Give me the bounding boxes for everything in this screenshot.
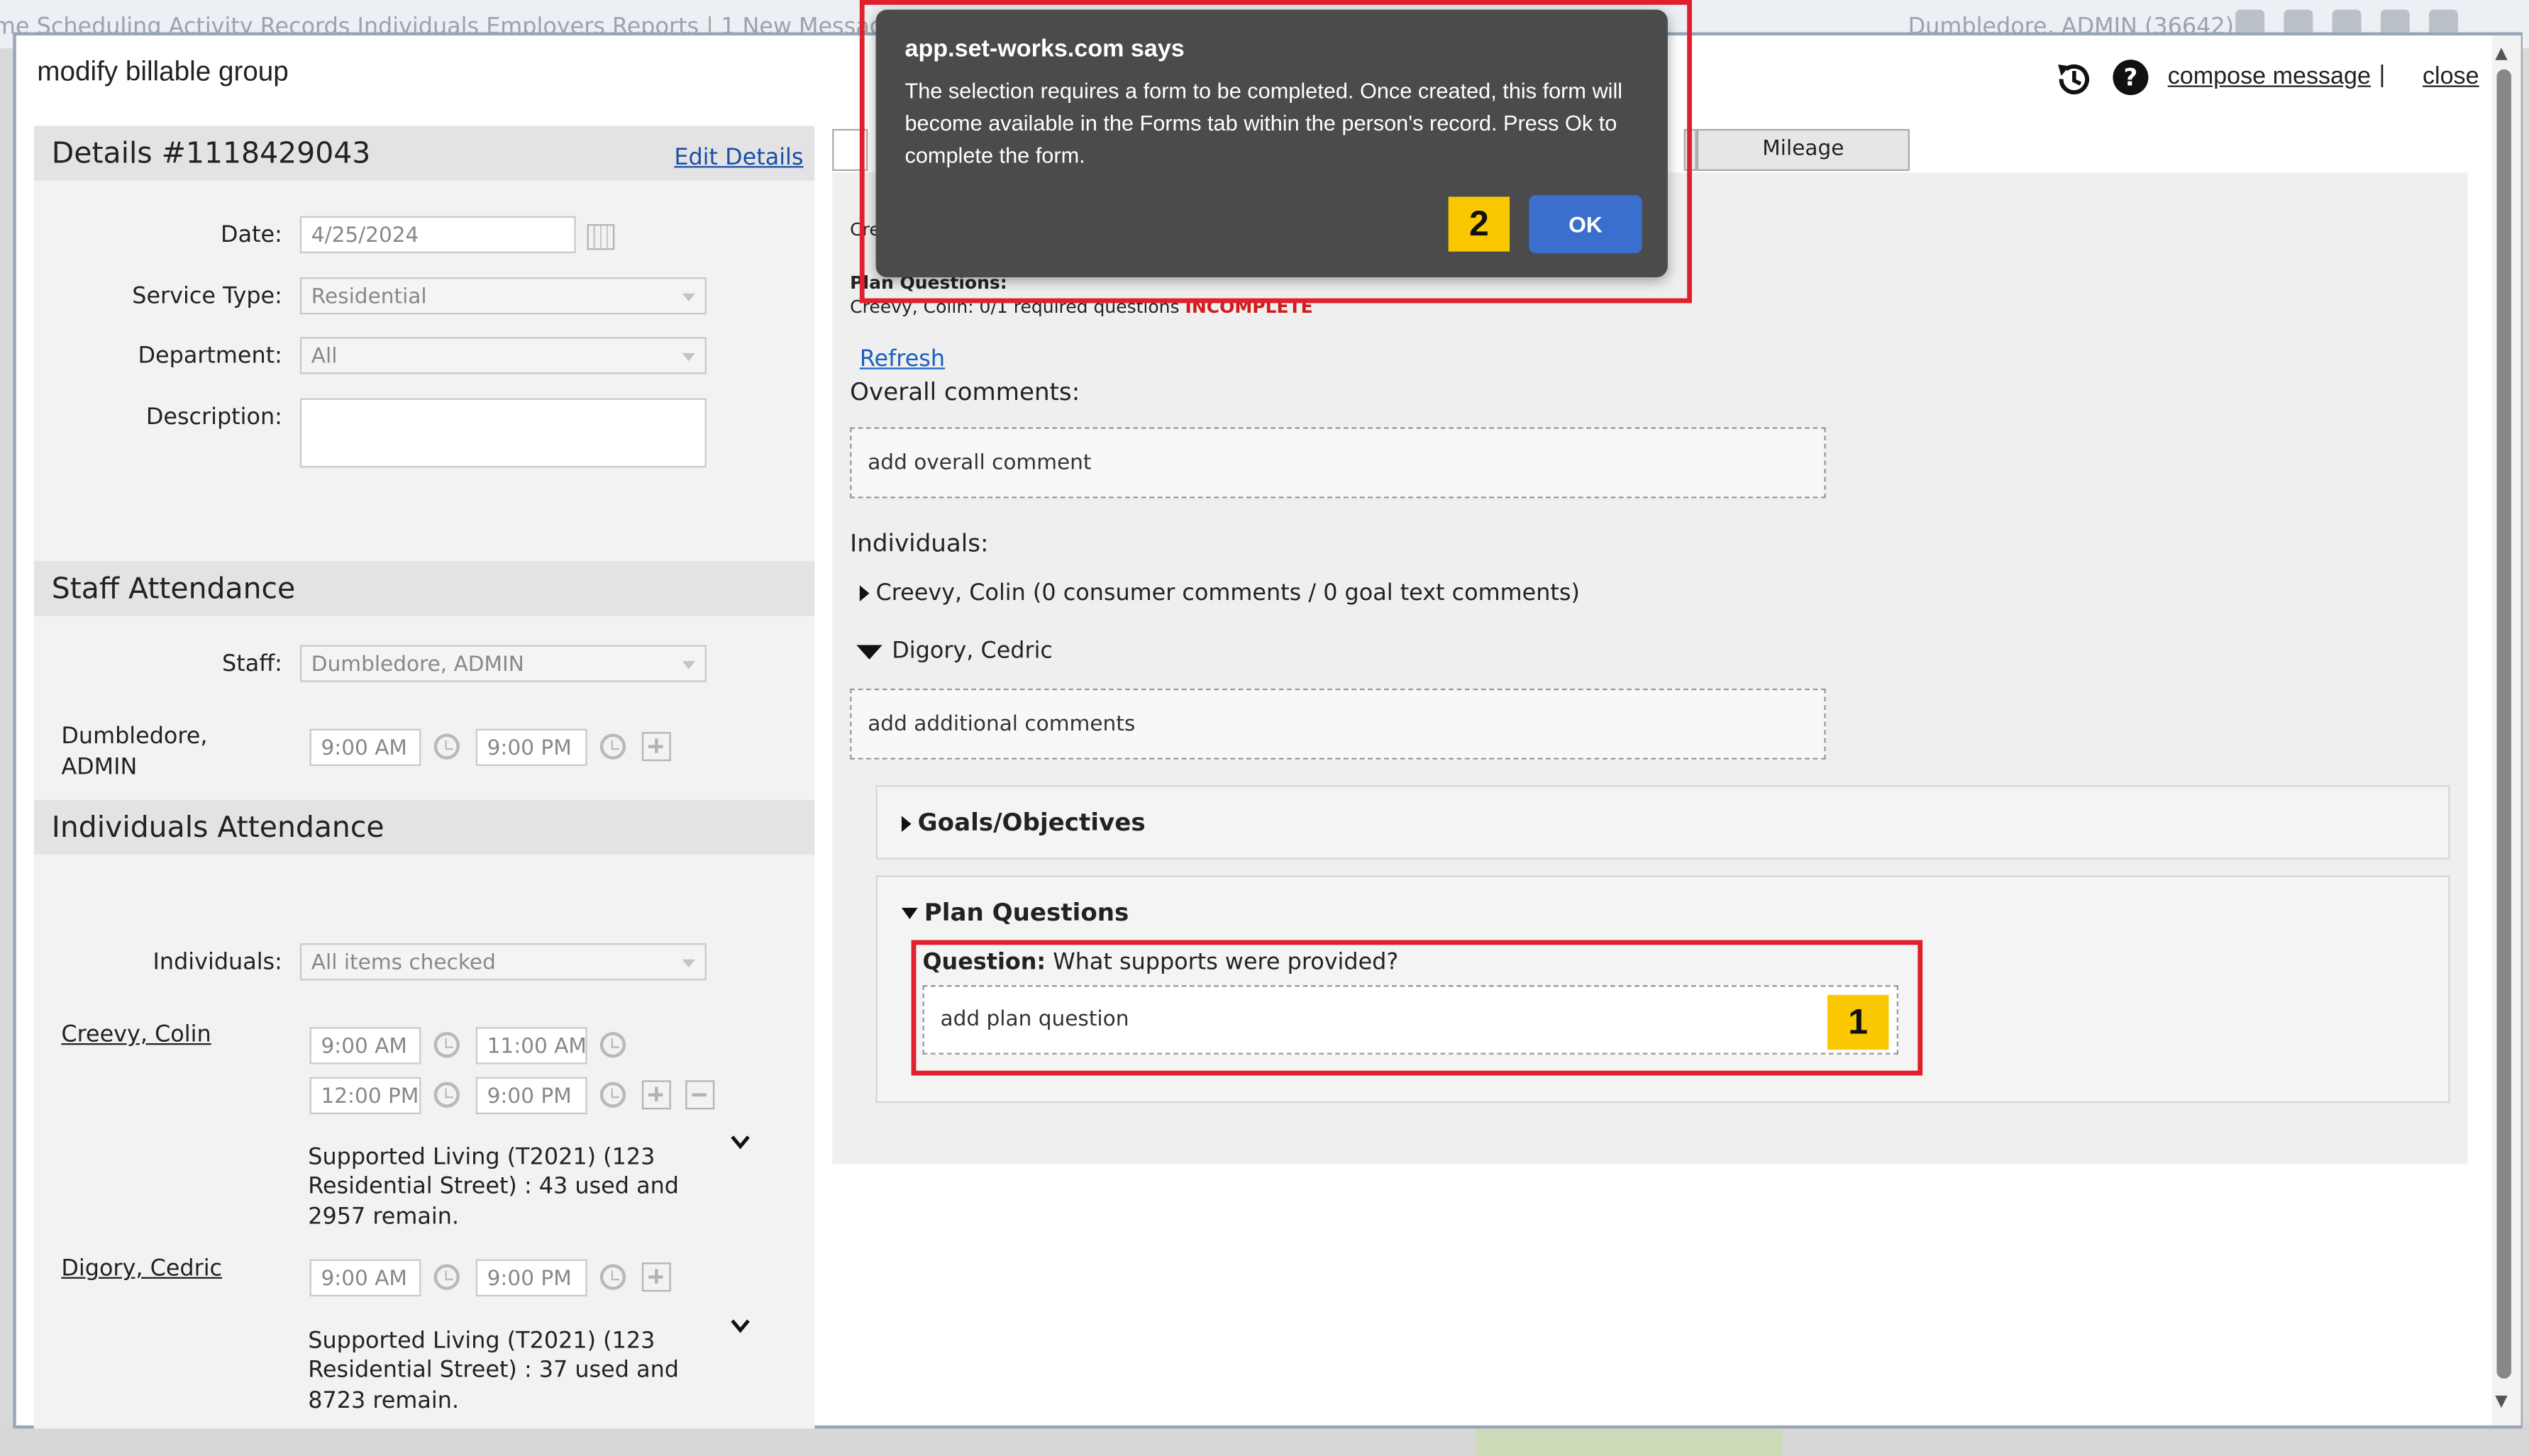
- description-label: Description:: [145, 404, 282, 431]
- individual-end-time-input[interactable]: 9:00 PM: [475, 1077, 587, 1115]
- service-info-line1: Supported Living (T2021) (123: [308, 1328, 655, 1355]
- overall-comment-input[interactable]: add overall comment: [850, 427, 1826, 499]
- clock-icon[interactable]: [599, 733, 626, 760]
- plan-questions-label: Plan Questions: [924, 898, 1129, 928]
- scroll-up-arrow-icon[interactable]: ▲: [2495, 45, 2508, 63]
- individual-name-link[interactable]: Digory, Cedric: [61, 1256, 222, 1282]
- service-info-line2: Residential Street) : 43 used and: [308, 1174, 679, 1200]
- individual-row-expanded[interactable]: Digory, Cedric: [856, 638, 1053, 665]
- clock-icon[interactable]: [433, 733, 460, 760]
- individuals-section-label: Individuals:: [850, 528, 989, 558]
- remove-time-icon[interactable]: [685, 1080, 715, 1110]
- staff-start-time-input[interactable]: 9:00 AM: [309, 728, 421, 766]
- individual-row-collapsed[interactable]: Creevy, Colin (0 consumer comments / 0 g…: [859, 580, 1580, 606]
- staff-label: Staff:: [222, 651, 282, 677]
- calendar-icon[interactable]: [587, 224, 615, 250]
- additional-comments-input[interactable]: add additional comments: [850, 688, 1826, 760]
- highlight-box-2: [859, 0, 1693, 304]
- individuals-attendance-heading: Individuals Attendance: [51, 811, 384, 845]
- details-header: Details #1118429043 Edit Details: [33, 126, 815, 181]
- department-label: Department:: [138, 343, 282, 369]
- individuals-label: Individuals:: [153, 950, 282, 976]
- edit-details-link[interactable]: Edit Details: [674, 145, 803, 171]
- overall-comments-label: Overall comments:: [850, 377, 1080, 406]
- left-panel: Details #1118429043 Edit Details Date: 4…: [33, 126, 815, 1429]
- clock-icon[interactable]: [599, 1082, 626, 1108]
- chevron-down-icon[interactable]: [729, 1130, 752, 1153]
- department-select[interactable]: All: [299, 337, 707, 374]
- individual-name-link[interactable]: Creevy, Colin: [61, 1022, 211, 1047]
- clock-icon[interactable]: [433, 1264, 460, 1290]
- description-textarea[interactable]: [299, 398, 707, 468]
- staff-name-line1: Dumbledore,: [61, 723, 208, 750]
- service-type-select[interactable]: Residential: [299, 277, 707, 315]
- service-info-line2: Residential Street) : 37 used and: [308, 1357, 679, 1384]
- header-separator: |: [2379, 61, 2386, 89]
- staff-select[interactable]: Dumbledore, ADMIN: [299, 645, 707, 682]
- close-link[interactable]: close: [2423, 63, 2479, 91]
- individual-start-time-input[interactable]: 9:00 AM: [309, 1027, 421, 1065]
- dialog-scrollbar[interactable]: ▲ ▼: [2491, 35, 2521, 1426]
- individuals-attendance-header: Individuals Attendance: [33, 799, 815, 855]
- refresh-link[interactable]: Refresh: [860, 347, 945, 372]
- step-badge-1: 1: [1827, 994, 1889, 1050]
- highlight-box-1: [911, 940, 1923, 1076]
- individual-start-time-input[interactable]: 12:00 PM: [309, 1077, 421, 1115]
- clock-icon[interactable]: [599, 1264, 626, 1290]
- clock-icon[interactable]: [433, 1082, 460, 1108]
- add-time-icon[interactable]: [641, 732, 671, 762]
- add-time-icon[interactable]: [641, 1080, 671, 1110]
- individual-summary: Creevy, Colin (0 consumer comments / 0 g…: [875, 580, 1580, 606]
- details-heading: Details #1118429043: [51, 137, 371, 172]
- expand-arrow-icon[interactable]: [859, 585, 870, 602]
- staff-end-time-input[interactable]: 9:00 PM: [475, 728, 587, 766]
- collapse-arrow-icon[interactable]: [901, 908, 918, 919]
- goals-objectives-toggle[interactable]: Goals/Objectives: [901, 808, 1146, 837]
- chevron-down-icon[interactable]: [729, 1314, 752, 1337]
- individual-start-time-input[interactable]: 9:00 AM: [309, 1259, 421, 1296]
- date-label: Date:: [221, 222, 282, 249]
- clock-icon[interactable]: [433, 1032, 460, 1058]
- goals-objectives-label: Goals/Objectives: [917, 808, 1146, 837]
- service-info-line3: 2957 remain.: [308, 1204, 460, 1230]
- scrollbar-thumb[interactable]: [2496, 69, 2511, 1379]
- clock-icon[interactable]: [599, 1032, 626, 1058]
- staff-name-line2: ADMIN: [61, 755, 138, 781]
- dialog-title: modify billable group: [37, 56, 289, 87]
- goals-objectives-card: Goals/Objectives: [875, 785, 2450, 860]
- service-info-line3: 8723 remain.: [308, 1388, 460, 1414]
- expand-arrow-icon[interactable]: [901, 815, 912, 832]
- service-type-label: Service Type:: [132, 284, 282, 310]
- step-badge-2: 2: [1448, 196, 1510, 252]
- service-info-line1: Supported Living (T2021) (123: [308, 1145, 655, 1171]
- individual-name: Digory, Cedric: [892, 638, 1053, 665]
- date-input[interactable]: 4/25/2024: [299, 216, 576, 253]
- collapse-arrow-icon[interactable]: [856, 644, 882, 659]
- staff-attendance-heading: Staff Attendance: [51, 572, 296, 606]
- plan-questions-toggle[interactable]: Plan Questions: [901, 898, 1129, 928]
- individuals-select[interactable]: All items checked: [299, 943, 707, 981]
- compose-message-link[interactable]: compose message: [2168, 63, 2371, 91]
- scroll-down-arrow-icon[interactable]: ▼: [2495, 1393, 2508, 1411]
- add-time-icon[interactable]: [641, 1262, 671, 1292]
- individual-end-time-input[interactable]: 9:00 PM: [475, 1259, 587, 1296]
- staff-attendance-header: Staff Attendance: [33, 561, 815, 616]
- help-icon[interactable]: ?: [2113, 60, 2149, 96]
- history-icon[interactable]: [2053, 58, 2095, 100]
- individual-end-time-input[interactable]: 11:00 AM: [475, 1027, 587, 1065]
- tab-mileage[interactable]: Mileage: [1696, 128, 1910, 172]
